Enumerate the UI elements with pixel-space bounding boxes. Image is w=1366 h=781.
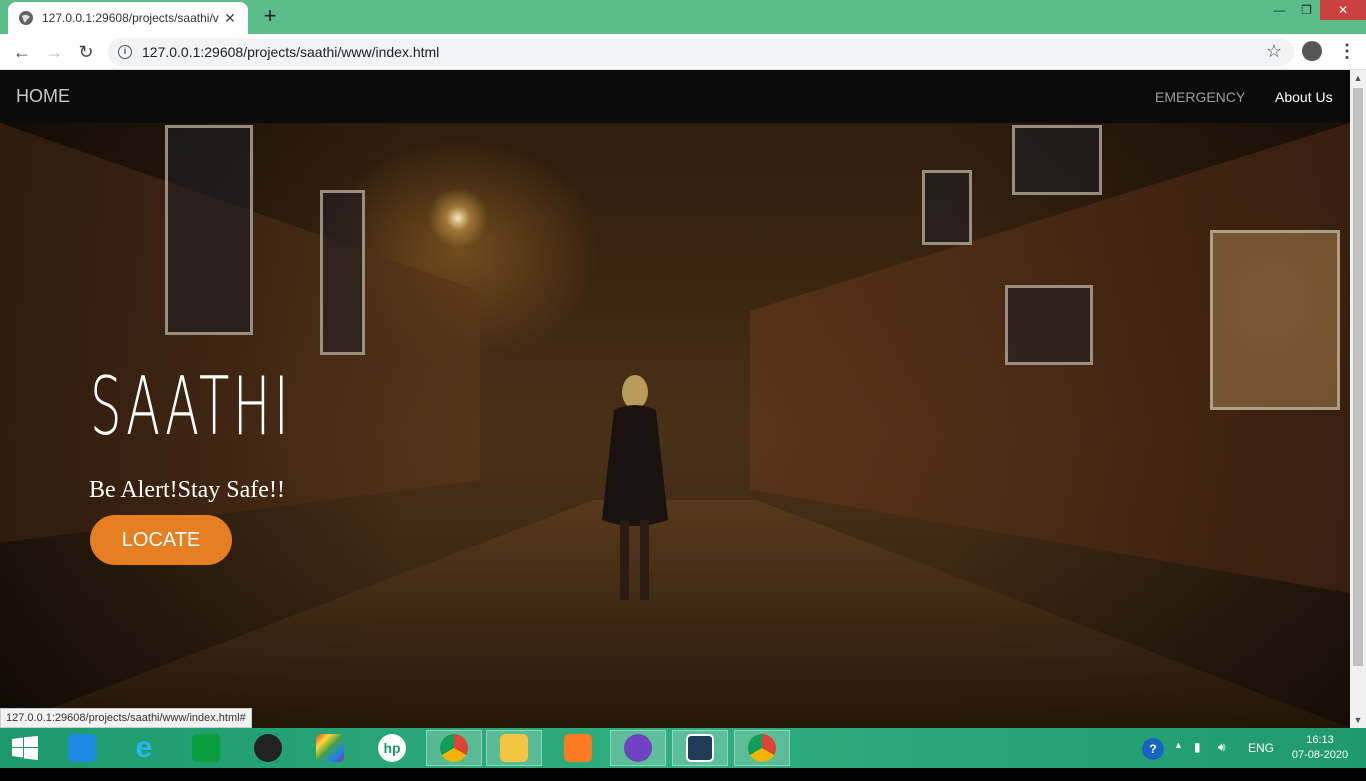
- system-clock[interactable]: 16:13 07-08-2020: [1290, 733, 1350, 763]
- network-signal-icon[interactable]: ▮: [1194, 740, 1201, 780]
- link-status-bar: 127.0.0.1:29608/projects/saathi/www/inde…: [0, 708, 252, 728]
- window-controls: — ❐ ✕: [1266, 0, 1366, 20]
- windows-taskbar: e hp ? ▲ ▮ 🔊︎ ENG 16:13 07-08-2020: [0, 728, 1366, 768]
- browser-tabbar: 127.0.0.1:29608/projects/saathi/v ✕ + — …: [0, 0, 1366, 34]
- scroll-thumb[interactable]: [1353, 88, 1363, 666]
- back-button[interactable]: ←: [10, 40, 34, 64]
- paint-app-icon[interactable]: [302, 730, 358, 766]
- woman-figure: [602, 375, 668, 600]
- windows-start-icon[interactable]: [12, 736, 38, 760]
- help-icon[interactable]: ?: [1142, 738, 1164, 760]
- building-door: [1210, 230, 1340, 410]
- camera-app-icon[interactable]: [240, 730, 296, 766]
- building-window: [922, 170, 972, 245]
- hp-app-icon[interactable]: hp: [364, 730, 420, 766]
- hero-title: SAATHI: [90, 360, 293, 453]
- building-window: [1005, 285, 1093, 365]
- tab-close-button[interactable]: ✕: [222, 10, 238, 27]
- show-hidden-icons-icon[interactable]: ▲: [1174, 740, 1183, 780]
- hero-subtitle: Be Alert!Stay Safe!!: [89, 477, 285, 503]
- globe-icon: [19, 11, 33, 25]
- chrome-icon[interactable]: [426, 730, 482, 766]
- xampp-icon[interactable]: [550, 730, 606, 766]
- file-explorer-icon[interactable]: [486, 730, 542, 766]
- nav-emergency-link[interactable]: EMERGENCY: [1155, 89, 1245, 105]
- restore-button[interactable]: ❐: [1293, 0, 1320, 20]
- forward-button[interactable]: →: [42, 40, 66, 64]
- building-window: [165, 125, 253, 335]
- minimize-button[interactable]: —: [1266, 0, 1293, 20]
- info-icon[interactable]: i: [118, 45, 132, 59]
- tab-title: 127.0.0.1:29608/projects/saathi/v: [42, 11, 219, 25]
- page-scrollbar[interactable]: ▲ ▼: [1350, 70, 1366, 728]
- clock-time: 16:13: [1306, 734, 1334, 746]
- building-window: [320, 190, 365, 355]
- clock-date: 07-08-2020: [1291, 749, 1349, 761]
- language-indicator[interactable]: ENG: [1248, 741, 1274, 781]
- brackets-icon[interactable]: [672, 730, 728, 766]
- web-page: HOME EMERGENCY About Us SAATHI Be Alert!…: [0, 70, 1350, 728]
- menu-kebab-icon[interactable]: ⋮: [1338, 40, 1356, 62]
- internet-explorer-icon[interactable]: e: [116, 730, 172, 766]
- new-tab-button[interactable]: +: [258, 5, 282, 29]
- windows-store-icon[interactable]: [178, 730, 234, 766]
- bookmark-star-icon[interactable]: ☆: [1266, 41, 1282, 62]
- reload-button[interactable]: ↻: [74, 40, 98, 64]
- chrome-icon-2[interactable]: [734, 730, 790, 766]
- url-bar[interactable]: i 127.0.0.1:29608/projects/saathi/www/in…: [108, 38, 1294, 66]
- browser-tab[interactable]: 127.0.0.1:29608/projects/saathi/v ✕: [8, 2, 248, 34]
- scroll-down-arrow-icon[interactable]: ▼: [1350, 712, 1366, 728]
- rocket-app-icon[interactable]: [54, 730, 110, 766]
- nav-home-link[interactable]: HOME: [16, 86, 70, 107]
- volume-icon[interactable]: 🔊︎: [1218, 740, 1226, 780]
- url-text: 127.0.0.1:29608/projects/saathi/www/inde…: [142, 44, 440, 60]
- nav-about-link[interactable]: About Us: [1275, 89, 1333, 105]
- close-window-button[interactable]: ✕: [1320, 0, 1366, 20]
- locate-button[interactable]: LOCATE: [90, 515, 232, 565]
- github-desktop-icon[interactable]: [610, 730, 666, 766]
- profile-avatar-icon[interactable]: [1302, 41, 1322, 61]
- scroll-up-arrow-icon[interactable]: ▲: [1350, 70, 1366, 86]
- address-toolbar: ← → ↻ i 127.0.0.1:29608/projects/saathi/…: [0, 34, 1366, 70]
- building-window: [1012, 125, 1102, 195]
- site-navbar: HOME EMERGENCY About Us: [0, 70, 1350, 123]
